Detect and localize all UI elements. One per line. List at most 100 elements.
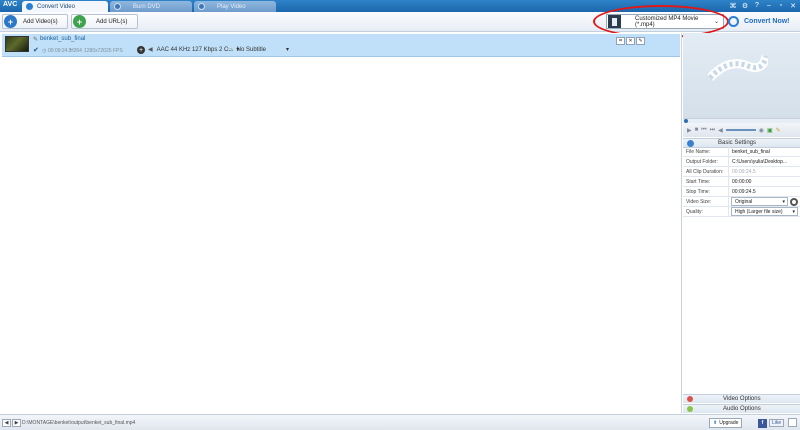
tab-convert-video[interactable]: Convert Video <box>22 1 108 12</box>
output-folder-field[interactable]: C:\Users\yulia\Desktop... <box>729 157 800 166</box>
add-video-icon: + <box>4 15 17 28</box>
add-videos-label: Add Video(s) <box>23 18 58 25</box>
video-size-value: Original <box>735 198 753 205</box>
file-resolution: 1280x720 <box>84 48 106 54</box>
gear-icon[interactable]: ⚙ <box>741 2 749 10</box>
all-clip-duration-value: 00:09:24.5 <box>732 168 756 175</box>
upgrade-icon: ⬆ <box>713 420 718 426</box>
prev-arrow-icon[interactable]: ◀ <box>2 419 11 427</box>
file-duration: 00:09:24.5 <box>48 48 72 54</box>
snapshot-icon[interactable]: ◉ <box>759 127 764 134</box>
chevron-down-icon: ▾ <box>792 208 795 215</box>
basic-settings-title: Basic Settings <box>718 140 757 146</box>
stop-icon[interactable]: ■ <box>695 127 699 133</box>
tab-label: Play Video <box>217 3 246 10</box>
preview-area <box>683 33 800 118</box>
audio-options-title: Audio Options <box>723 406 761 412</box>
next-arrow-icon[interactable]: ▶ <box>12 419 21 427</box>
settings-icon <box>687 139 694 147</box>
status-bar: ◀ ▶ D:\MONTAGE\benket\output\benket_sub_… <box>0 414 800 430</box>
setting-label: Stop Time: <box>683 187 729 196</box>
volume-slider[interactable] <box>725 129 756 131</box>
setting-label: Output Folder: <box>683 157 729 166</box>
player-controls: ▶ ■ ⏮ ⏭ ◀ ◉ ▣ ✎ <box>683 123 800 137</box>
video-thumbnail <box>5 36 29 52</box>
add-urls-button[interactable]: + Add URL(s) <box>71 14 138 29</box>
burn-dvd-icon <box>114 3 121 10</box>
chevron-down-icon: ▾ <box>782 198 785 205</box>
maximize-icon[interactable]: ▫ <box>777 2 785 10</box>
audio-track-select[interactable]: ◀ AAC 44 KHz 127 Kbps 2 C... ▾ <box>148 46 239 54</box>
add-videos-button[interactable]: + Add Video(s) <box>2 14 68 29</box>
like-label: Like <box>769 419 785 427</box>
window-controls: ⌘ ⚙ ? – ▫ ✕ <box>729 2 797 10</box>
settings-row: Video Size: Original ▾ <box>683 197 800 207</box>
gear-icon[interactable] <box>790 197 798 206</box>
file-codec: H264 <box>70 48 82 54</box>
help-icon[interactable]: ? <box>753 2 761 10</box>
facebook-like[interactable]: f Like <box>758 418 785 428</box>
output-path: D:\MONTAGE\benket\output\benket_sub_fina… <box>22 420 136 426</box>
clock-icon: ◷ <box>42 48 47 54</box>
play-icon[interactable]: ▶ <box>687 127 692 134</box>
upgrade-button[interactable]: ⬆ Upgrade <box>709 418 743 428</box>
setting-label: File Name: <box>683 147 729 156</box>
convert-video-icon <box>26 3 33 10</box>
next-icon[interactable]: ⏭ <box>710 127 715 134</box>
checkbox-checked-icon[interactable]: ✔ <box>33 46 39 54</box>
right-panel: ▶ ■ ⏮ ⏭ ◀ ◉ ▣ ✎ Basic Settings File Name… <box>683 33 800 413</box>
remove-icon[interactable]: ✕ <box>626 37 635 45</box>
stop-time-field[interactable]: 00:09:24.5 <box>729 187 800 196</box>
facebook-icon: f <box>758 418 767 428</box>
app-logo: AVC <box>3 1 18 8</box>
subtitle-select[interactable]: ▭ No Subtitle ▾ <box>227 46 290 54</box>
close-icon[interactable]: ✕ <box>789 2 797 10</box>
add-urls-label: Add URL(s) <box>96 18 128 25</box>
file-row[interactable]: ✎ benket_sub_final ✔ ◷ 00:09:24.5 H264 1… <box>2 34 680 57</box>
video-options-title: Video Options <box>723 396 761 402</box>
convert-now-label: Convert Now! <box>744 18 790 25</box>
tools-icon[interactable]: ✎ <box>776 127 781 134</box>
resize-grip-icon[interactable] <box>788 418 797 427</box>
add-url-icon: + <box>73 15 86 28</box>
edit-icon[interactable]: ✎ <box>636 37 645 45</box>
settings-row: Stop Time: 00:09:24.5 <box>683 187 800 197</box>
video-options-icon <box>687 396 693 402</box>
add-effect-icon[interactable]: + <box>137 46 145 54</box>
row-actions: ⌗ ✕ ✎ <box>616 37 645 45</box>
folder-icon[interactable]: ▣ <box>767 127 773 134</box>
prev-icon[interactable]: ⏮ <box>701 127 706 134</box>
minimize-icon[interactable]: – <box>765 2 773 10</box>
settings-grid: File Name: benket_sub_final Output Folde… <box>683 147 800 217</box>
tab-label: Burn DVD <box>133 3 161 10</box>
convert-now-button[interactable]: Convert Now! <box>728 13 800 30</box>
chevron-down-icon: ▾ <box>286 47 290 53</box>
quality-select[interactable]: High (Larger file size) ▾ <box>731 207 798 216</box>
tab-burn-dvd[interactable]: Burn DVD <box>110 1 192 12</box>
file-name: benket_sub_final <box>40 36 86 42</box>
crop-icon[interactable]: ⌗ <box>616 37 625 45</box>
file-fps: 25 FPS <box>106 48 123 54</box>
skin-icon[interactable]: ⌘ <box>729 2 737 10</box>
convert-icon <box>728 16 739 27</box>
audio-options-header[interactable]: Audio Options <box>683 404 800 413</box>
setting-label: Start Time: <box>683 177 729 186</box>
tab-play-video[interactable]: Play Video <box>194 1 276 12</box>
setting-label: All Clip Duration: <box>683 167 729 176</box>
video-options-header[interactable]: Video Options <box>683 394 800 403</box>
tab-label: Convert Video <box>37 3 75 10</box>
edit-name-icon[interactable]: ✎ <box>33 36 38 43</box>
settings-row: Start Time: 00:00:00 <box>683 177 800 187</box>
speaker-icon: ◀ <box>148 47 153 53</box>
subtitle-icon: ▭ <box>227 47 233 53</box>
mute-icon[interactable]: ◀ <box>718 127 723 134</box>
file-list: ✎ benket_sub_final ✔ ◷ 00:09:24.5 H264 1… <box>0 33 682 413</box>
file-name-field[interactable]: benket_sub_final <box>729 147 800 156</box>
settings-row: All Clip Duration: 00:09:24.5 <box>683 167 800 177</box>
video-size-select[interactable]: Original ▾ <box>731 197 788 206</box>
subtitle-value: No Subtitle <box>236 46 267 53</box>
setting-label: Quality: <box>683 207 729 216</box>
start-time-field[interactable]: 00:00:00 <box>729 177 800 186</box>
settings-row: Output Folder: C:\Users\yulia\Desktop... <box>683 157 800 167</box>
upgrade-label: Upgrade <box>719 420 739 426</box>
